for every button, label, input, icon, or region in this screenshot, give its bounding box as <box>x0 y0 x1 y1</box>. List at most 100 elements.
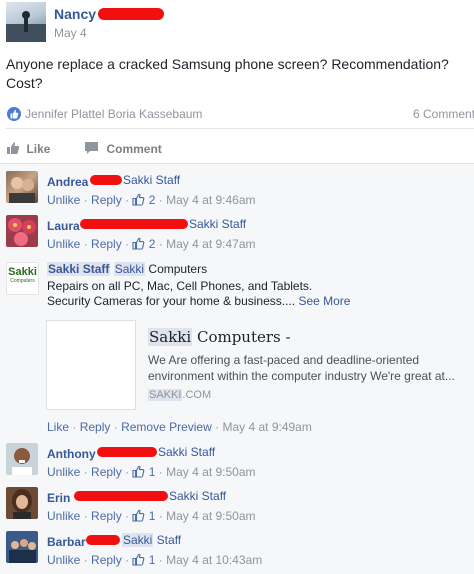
commenter-name[interactable]: Anthony <box>47 447 96 461</box>
link-preview-domain: SAKKI.COM <box>148 389 211 401</box>
commenter-name[interactable]: Erin <box>47 491 70 505</box>
avatar[interactable] <box>6 215 38 247</box>
speech-bubble-icon <box>85 142 98 154</box>
comment-line: Security Cameras for your home & busines… <box>47 294 350 308</box>
comment-meta: Unlike · Reply · 2 · May 4 at 9:46am <box>47 193 256 207</box>
separator: · <box>125 553 130 567</box>
separator: · <box>125 509 130 523</box>
reply-link[interactable]: Reply <box>91 237 122 251</box>
post-author-avatar[interactable] <box>6 2 46 42</box>
like-button-label: Like <box>26 142 51 156</box>
comment-like-count[interactable]: 2 <box>132 193 155 207</box>
link-preview-title[interactable]: Sakki Computers - <box>148 328 291 346</box>
see-more-link[interactable]: See More <box>298 294 350 308</box>
comment-meta: Unlike · Reply · 2 · May 4 at 9:47am <box>47 237 256 251</box>
tagged-page-link[interactable]: Sakki Staff <box>189 217 246 231</box>
thumbs-up-outline-icon <box>132 465 145 478</box>
thumbs-up-outline-icon <box>132 237 145 250</box>
avatar-photo-icon <box>6 11 46 42</box>
separator: · <box>215 420 220 434</box>
comment-button[interactable]: Comment <box>84 140 162 156</box>
comment-button-label: Comment <box>106 142 162 156</box>
avatar[interactable] <box>6 531 38 563</box>
reply-link[interactable]: Reply <box>91 553 122 567</box>
commenter-name[interactable]: Barbar <box>47 535 86 549</box>
tagged-page-link[interactable]: Sakki Staff <box>158 445 215 459</box>
post-date[interactable]: May 4 <box>54 26 87 40</box>
redaction-mark <box>97 447 157 457</box>
tagged-page-link[interactable]: Sakki Staff <box>169 489 226 503</box>
avatar[interactable] <box>6 487 38 519</box>
thumbs-up-outline-icon <box>132 509 145 522</box>
group-photo-avatar-icon <box>9 539 36 563</box>
thumbs-up-outline-icon <box>132 553 145 566</box>
redaction-mark <box>98 8 164 20</box>
tagged-word[interactable]: Sakki <box>113 262 146 276</box>
title-part: Computers - <box>192 328 291 346</box>
comment-like-count[interactable]: 1 <box>132 465 155 479</box>
tagged-word: SAKKI <box>148 389 183 401</box>
comment-meta: Unlike · Reply · 1 · May 4 at 9:50am <box>47 465 256 479</box>
remove-preview-link[interactable]: Remove Preview <box>121 420 212 434</box>
comment-like-count[interactable]: 2 <box>132 237 155 251</box>
separator: · <box>158 237 163 251</box>
comment-timestamp[interactable]: May 4 at 9:49am <box>222 420 311 434</box>
reply-link[interactable]: Reply <box>91 509 122 523</box>
commenter-name[interactable]: Laura <box>47 219 80 233</box>
link-preview-description: We Are offering a fast-paced and deadlin… <box>148 353 420 367</box>
like-count-value: 2 <box>148 193 156 207</box>
flowers-avatar-icon <box>8 218 36 246</box>
logo-text: Sakki <box>8 266 37 278</box>
comment-timestamp[interactable]: May 4 at 9:47am <box>166 237 255 251</box>
like-button[interactable]: Like <box>6 140 50 156</box>
unlike-link[interactable]: Unlike <box>47 465 80 479</box>
unlike-link[interactable]: Unlike <box>47 553 80 567</box>
separator: · <box>125 465 130 479</box>
comment-like-count[interactable]: 1 <box>132 553 155 567</box>
post-author-name[interactable]: Nancy <box>54 6 96 22</box>
comment-header: Laura <box>47 217 80 235</box>
link-preview-thumbnail[interactable] <box>46 320 136 410</box>
unlike-link[interactable]: Unlike <box>47 237 80 251</box>
commenter-name[interactable]: Andrea <box>47 175 88 189</box>
separator: · <box>158 465 163 479</box>
comment-header: Sakki Staff Sakki Computers <box>47 262 207 276</box>
reply-link[interactable]: Reply <box>91 465 122 479</box>
avatar[interactable] <box>6 443 38 475</box>
unlike-link[interactable]: Unlike <box>47 509 80 523</box>
separator: · <box>125 237 130 251</box>
like-link[interactable]: Like <box>47 420 69 434</box>
tagged-page-link[interactable]: Sakki Staff <box>122 533 181 547</box>
comment-timestamp[interactable]: May 4 at 9:46am <box>166 193 255 207</box>
tag-part: Staff <box>153 533 182 547</box>
comment-meta: Unlike · Reply · 1 · May 4 at 9:50am <box>47 509 256 523</box>
reply-link[interactable]: Reply <box>80 420 111 434</box>
thumbs-up-outline-icon <box>132 193 145 206</box>
separator: · <box>158 193 163 207</box>
comment-timestamp[interactable]: May 4 at 9:50am <box>166 509 255 523</box>
like-count-value: 2 <box>148 237 156 251</box>
tagged-page-link[interactable]: Sakki Staff <box>123 173 180 187</box>
link-preview-card[interactable]: Sakki Computers - We Are offering a fast… <box>46 320 466 412</box>
redaction-mark <box>80 219 188 229</box>
separator: · <box>83 509 88 523</box>
separator: · <box>83 237 88 251</box>
reply-link[interactable]: Reply <box>91 193 122 207</box>
avatar[interactable] <box>6 171 38 203</box>
comment-timestamp[interactable]: May 4 at 10:43am <box>166 553 262 567</box>
separator: · <box>125 193 130 207</box>
like-count-value: 1 <box>148 509 156 523</box>
separator: · <box>83 465 88 479</box>
commenter-name[interactable]: Sakki Staff <box>47 262 111 276</box>
name-part: Staff <box>82 262 110 276</box>
likers-names[interactable]: Jennifer Plattel Boria Kassebaum <box>25 107 202 121</box>
comment-count[interactable]: 6 Comments <box>413 107 474 121</box>
person-avatar-icon <box>12 448 32 475</box>
sakki-logo-avatar[interactable]: Sakki Computers <box>6 262 39 295</box>
text-part: Security Cameras for your home & busines… <box>47 294 299 308</box>
unlike-link[interactable]: Unlike <box>47 193 80 207</box>
name-part: Sakki <box>48 262 80 276</box>
comment-like-count[interactable]: 1 <box>132 509 155 523</box>
comment-line: Repairs on all PC, Mac, Cell Phones, and… <box>47 279 313 293</box>
comment-timestamp[interactable]: May 4 at 9:50am <box>166 465 255 479</box>
